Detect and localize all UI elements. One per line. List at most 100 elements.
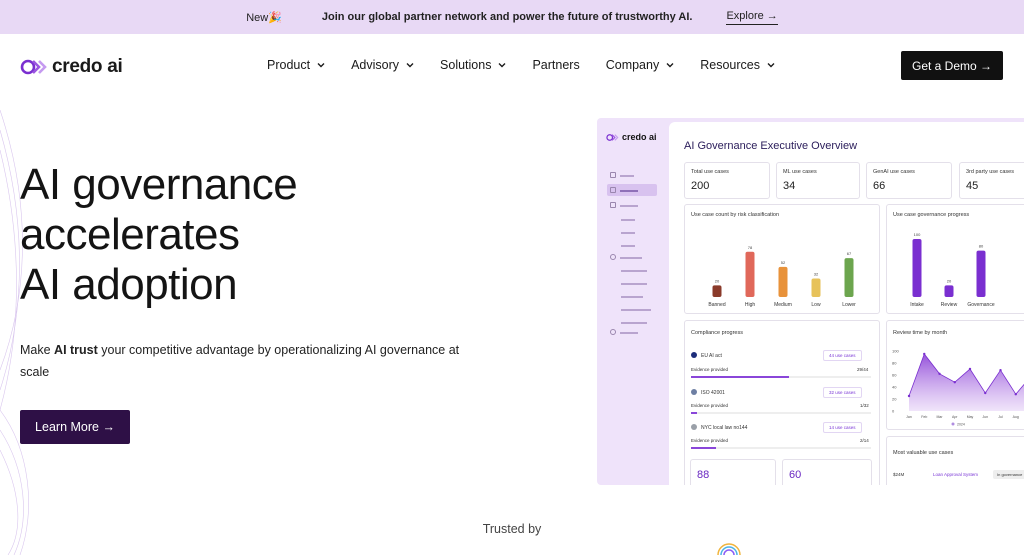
x-tick-label: High <box>745 302 756 308</box>
kpi-label: GenAI use cases <box>873 169 915 175</box>
kpi-value: 66 <box>873 180 886 192</box>
sidebar-item-line <box>620 190 638 192</box>
bar-value-label: 20 <box>947 278 952 283</box>
chevron-down-icon <box>406 63 414 68</box>
sidebar-item-line <box>620 175 634 177</box>
users-icon <box>610 329 616 335</box>
review-area-chart: 020406080100JanFebMarAprMayJunJulAugSep2… <box>892 349 1024 427</box>
progress-track <box>691 447 871 449</box>
kpi-label: Total use cases <box>691 169 729 175</box>
data-point <box>968 367 972 371</box>
x-tick-label: Feb <box>921 415 927 419</box>
announcement-bar: New🎉 Join our global partner network and… <box>0 0 1024 34</box>
chart-bar <box>811 278 821 297</box>
chevron-down-icon <box>498 63 506 68</box>
y-tick-label: 20 <box>892 397 897 402</box>
announcement-new-label: New🎉 <box>246 11 282 24</box>
sidebar-item-line <box>620 257 642 259</box>
evidence-label: Evidence provided <box>691 438 729 443</box>
x-tick-label: Jan <box>906 415 912 419</box>
x-tick-label: Banned <box>708 302 725 308</box>
data-point <box>907 394 911 398</box>
x-tick-label: Low <box>811 302 821 308</box>
nav-item-partners[interactable]: Partners <box>532 58 579 72</box>
kpi-value: 34 <box>783 180 796 192</box>
compliance-name: ISO 42001 <box>701 390 725 396</box>
risk-chart-card: Use case count by risk classification 20… <box>684 204 880 314</box>
valuable-amount: $24M <box>893 472 905 477</box>
sidebar-item-line <box>621 309 651 311</box>
metric-card: 88 <box>690 459 776 485</box>
credo-logo-icon <box>20 59 47 75</box>
dashboard-preview: credo ai AI Governance Executive Overvie… <box>597 118 1024 485</box>
hero-title-line: AI adoption <box>20 260 238 309</box>
use-cases-pill[interactable]: 14 use cases <box>823 422 862 433</box>
chevron-down-icon <box>666 63 674 68</box>
nav-item-company[interactable]: Company <box>606 58 675 72</box>
x-tick-label: Jun <box>982 415 988 419</box>
evidence-ratio: 29/44 <box>857 367 869 372</box>
chart-bar <box>712 285 722 297</box>
sidebar-item-line <box>621 283 647 285</box>
risk-bar-chart: 20 Banned 78 High 52 Medium 32 Low 67 Lower <box>708 245 856 308</box>
evidence-label: Evidence provided <box>691 367 729 372</box>
data-point <box>1014 393 1017 396</box>
data-point <box>953 381 956 384</box>
x-tick-label: Review <box>941 302 958 308</box>
home-icon <box>610 172 616 178</box>
bar-value-label: 32 <box>814 271 819 276</box>
hero-subtitle: Make AI trust your competitive advantage… <box>20 339 470 383</box>
use-cases-pill[interactable]: 44 use cases <box>823 350 862 361</box>
learn-more-button[interactable]: Learn More → <box>20 410 130 444</box>
trusted-by-label: Trusted by <box>482 522 542 536</box>
chevron-down-icon <box>317 63 325 68</box>
eu-flag-icon <box>691 352 697 358</box>
announcement-message: Join our global partner network and powe… <box>321 11 693 23</box>
x-tick-label: Intake <box>910 302 924 308</box>
evidence-ratio: 2/14 <box>860 438 869 443</box>
progress-chart-card: Use case governance progress 100 Intake 20… <box>886 204 1024 314</box>
status-badge: In governance <box>993 470 1024 479</box>
data-point <box>999 369 1002 372</box>
nav-item-solutions[interactable]: Solutions <box>440 58 506 72</box>
valuable-name[interactable]: Loan Approval System <box>933 472 978 477</box>
sidebar-item-line <box>621 322 647 324</box>
kpi-label: 3rd party use cases <box>966 169 1014 175</box>
kpi-card: 3rd party use cases 45 <box>959 162 1024 199</box>
compliance-title: Compliance progress <box>691 330 743 336</box>
y-tick-label: 40 <box>892 385 897 390</box>
dashboard-main: AI Governance Executive Overview Total u… <box>669 122 1024 485</box>
bar-value-label: 80 <box>979 244 984 249</box>
use-cases-pill[interactable]: 32 use cases <box>823 387 862 398</box>
credo-logo-icon <box>606 133 619 141</box>
compliance-card: Compliance progress EU AI act 44 use cas… <box>684 320 880 485</box>
hero-title: AI governance accelerates AI adoption <box>20 160 298 310</box>
review-chart-card: Review time by month 0 20 40 60 80 100 Jan Feb M… <box>886 320 1024 430</box>
area-fill <box>909 354 1024 411</box>
nav-item-product[interactable]: Product <box>267 58 325 72</box>
dashboard-title: AI Governance Executive Overview <box>684 140 858 152</box>
nav-item-resources[interactable]: Resources <box>700 58 775 72</box>
nav-menu: Product Advisory Solutions Partners Company R… <box>267 58 801 72</box>
get-demo-button[interactable]: Get a Demo → <box>901 51 1003 80</box>
dashboard-sidebar: credo ai <box>597 118 667 485</box>
explore-link[interactable]: Explore → <box>726 10 778 25</box>
x-tick-label: Apr <box>952 415 958 419</box>
x-tick-label: Lower <box>842 302 856 308</box>
bar-value-label: 67 <box>847 251 852 256</box>
chart-bar <box>778 266 788 297</box>
x-tick-label: May <box>967 415 974 419</box>
bar-value-label: 100 <box>914 232 921 237</box>
chart-bar <box>976 250 986 297</box>
nav-item-advisory[interactable]: Advisory <box>351 58 414 72</box>
data-point <box>938 372 941 375</box>
sidebar-item-line <box>621 270 647 272</box>
main-nav: credo ai Product Advisory Solutions Partner… <box>0 34 1024 98</box>
iso-icon <box>691 389 697 395</box>
bar-value-label: 78 <box>748 245 753 250</box>
chart-bar <box>944 285 954 297</box>
nav-item-label: Product <box>267 58 311 72</box>
kpi-card: GenAI use cases 66 <box>866 162 952 199</box>
site-logo[interactable]: credo ai <box>20 56 123 78</box>
progress-bar-chart: 100 Intake 20 Review 80 Governance <box>910 232 995 308</box>
